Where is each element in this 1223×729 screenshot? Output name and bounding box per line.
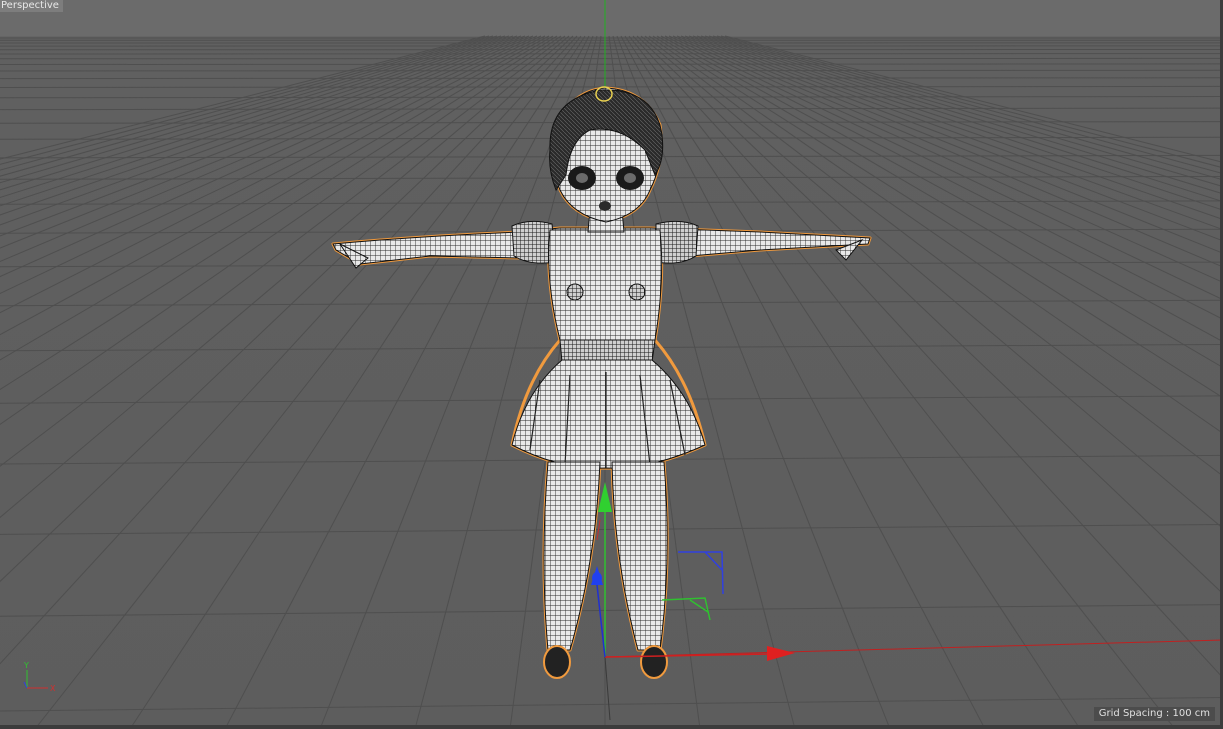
axis-y-label: Y — [23, 661, 29, 670]
floor-grid: Y X — [0, 0, 1223, 729]
3d-viewport[interactable]: Y X Perspective Grid Spacing : 100 cm — [0, 0, 1223, 729]
grid-spacing-label: Grid Spacing : — [1098, 708, 1170, 719]
character-mesh[interactable] — [331, 86, 872, 679]
gizmo-xy-plane-handle[interactable] — [661, 597, 711, 621]
gizmo-x-arrow[interactable] — [767, 646, 795, 661]
grid-spacing-readout: Grid Spacing : 100 cm — [1093, 707, 1215, 721]
viewport-frame-bottom — [0, 725, 1223, 729]
grid-spacing-value: 100 cm — [1172, 708, 1210, 719]
axis-x-label: X — [50, 684, 56, 693]
axis-indicator: Y X — [23, 661, 56, 693]
camera-label[interactable]: Perspective — [0, 0, 63, 12]
gizmo-xz-plane-handle[interactable] — [678, 551, 724, 595]
world-x-axis — [604, 639, 1223, 658]
